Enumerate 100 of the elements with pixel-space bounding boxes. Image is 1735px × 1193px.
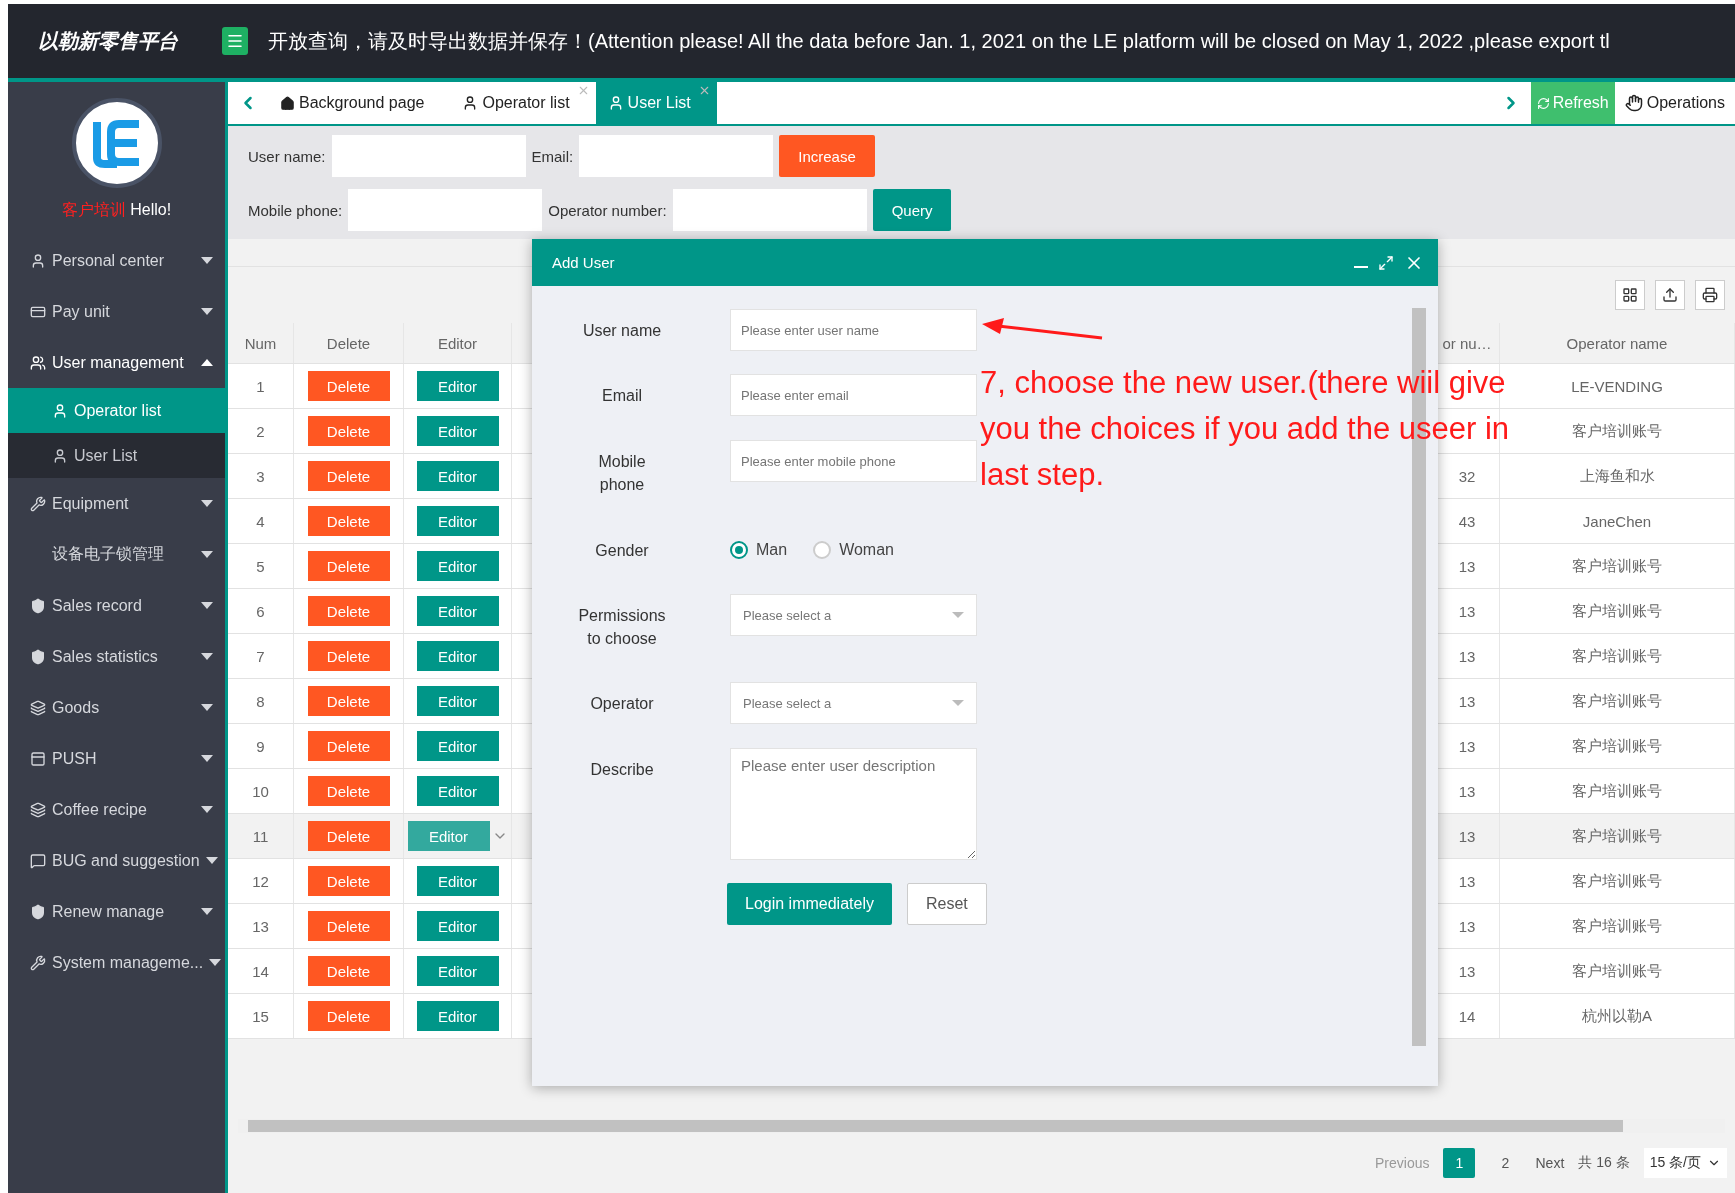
refresh-button[interactable]: Refresh [1530,82,1615,124]
sidebar-item[interactable]: Goods [8,682,225,733]
sidebar-item[interactable]: Renew manage [8,886,225,937]
delete-button[interactable]: Delete [307,641,390,671]
greeting-text: 客户培训 Hello! [60,200,173,220]
menu-icon [226,32,244,50]
table-cell: 4 [228,499,294,543]
sidebar-subitem[interactable]: User List [8,433,225,478]
sidebar-item[interactable]: Sales statistics [8,631,225,682]
search-field[interactable] [579,135,774,177]
editor-button[interactable]: Editor [416,776,499,806]
delete-button[interactable]: Delete [307,956,390,986]
reset-button[interactable]: Reset [906,883,987,925]
table-cell: 14 [228,949,294,993]
delete-button[interactable]: Delete [307,866,390,896]
table-cell: 2 [228,409,294,453]
page-button[interactable]: 1 [1443,1148,1476,1178]
editor-button[interactable]: Editor [416,1001,499,1031]
select-field[interactable]: Please select a [730,594,977,636]
column-header: Delete [294,323,404,363]
delete-button[interactable]: Delete [307,1001,390,1031]
shield-icon [30,648,46,665]
delete-button[interactable]: Delete [307,911,390,941]
delete-button[interactable]: Delete [307,371,390,401]
delete-button[interactable]: Delete [307,461,390,491]
delete-button[interactable]: Delete [307,506,390,536]
sidebar-item[interactable]: Sales record [8,580,225,631]
radio-option[interactable]: Woman [813,529,894,571]
chat-icon [30,852,46,869]
page-button[interactable]: 2 [1489,1148,1522,1178]
editor-button[interactable]: Editor [416,551,499,581]
sidebar-item[interactable]: 设备电子锁管理 [8,529,225,580]
editor-button[interactable]: Editor [416,371,499,401]
field-label: Mobile phone [597,452,647,495]
sidebar-item[interactable]: BUG and suggestion [8,835,225,886]
input-field[interactable]: Please enter mobile phone [730,440,977,482]
sidebar-item[interactable]: User management [8,337,225,388]
table-cell: 10 [228,769,294,813]
editor-button[interactable]: Editor [416,866,499,896]
table-cell: 15 [228,994,294,1038]
table-cell: 13 [228,904,294,948]
sidebar-item[interactable]: Coffee recipe [8,784,225,835]
increase-button[interactable]: Increase [779,135,875,177]
editor-button[interactable]: Editor [407,821,490,851]
shield-icon [30,903,46,920]
sidebar-item[interactable]: System manageme... [8,937,225,988]
total-count: 共 16 条 [1578,1154,1630,1172]
tab[interactable]: User List [595,82,717,124]
delete-button[interactable]: Delete [307,551,390,581]
print-button[interactable] [1695,280,1725,310]
editor-button[interactable]: Editor [416,506,499,536]
maximize-button[interactable] [1378,254,1394,271]
sidebar-item[interactable]: Equipment [8,478,225,529]
login-button[interactable]: Login immediately [727,883,892,925]
delete-button[interactable]: Delete [307,776,390,806]
print-icon [1702,287,1718,303]
sidebar-item[interactable]: Personal center [8,235,225,286]
delete-button[interactable]: Delete [307,731,390,761]
page-size-select[interactable]: 15 条/页 [1643,1148,1727,1178]
search-field[interactable] [348,189,543,231]
editor-button[interactable]: Editor [416,686,499,716]
field-label: Email [601,386,643,406]
select-field[interactable]: Please select a [730,682,977,724]
delete-button[interactable]: Delete [307,416,390,446]
column-header: Operator name [1500,323,1735,363]
search-field[interactable] [672,189,867,231]
field-label: Describe [589,760,655,780]
person-icon [52,447,68,464]
menu-button[interactable] [222,27,248,55]
editor-button[interactable]: Editor [416,416,499,446]
minimize-icon [1354,265,1368,268]
description-field[interactable]: Please enter user description [730,748,977,860]
refresh-icon [1536,96,1550,110]
previous-link[interactable]: Previous [1375,1155,1430,1171]
columns-button[interactable] [1615,280,1645,310]
query-button[interactable]: Query [872,189,952,231]
table-cell: JaneChen [1500,499,1735,543]
editor-button[interactable]: Editor [416,956,499,986]
table-cell: 客户培训账号 [1500,544,1735,588]
sidebar-subitem[interactable]: Operator list [8,388,225,433]
export-icon [1662,287,1678,303]
input-field[interactable]: Please enter email [730,374,977,416]
editor-button[interactable]: Editor [416,641,499,671]
next-link[interactable]: Next [1535,1155,1565,1171]
delete-button[interactable]: Delete [307,686,390,716]
column-header: Num [228,323,294,363]
editor-button[interactable]: Editor [416,731,499,761]
delete-button[interactable]: Delete [307,821,390,851]
editor-button[interactable]: Editor [416,911,499,941]
editor-button[interactable]: Editor [416,596,499,626]
input-field[interactable]: Please enter user name [730,309,977,351]
scrollbar-thumb[interactable] [248,1120,1623,1132]
search-field[interactable] [331,135,526,177]
delete-button[interactable]: Delete [307,596,390,626]
editor-button[interactable]: Editor [416,461,499,491]
columns-icon [1622,287,1638,303]
sidebar-item[interactable]: Pay unit [8,286,225,337]
export-button[interactable] [1655,280,1685,310]
radio-option[interactable]: Man [730,529,788,571]
sidebar-item[interactable]: PUSH [8,733,225,784]
